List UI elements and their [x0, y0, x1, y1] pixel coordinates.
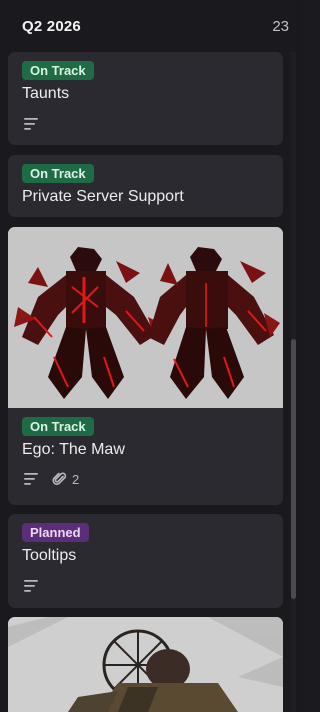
roadmap-column: Q2 2026 23 On Track Taunts On Track Priv… — [0, 0, 300, 712]
card-title: Private Server Support — [22, 188, 184, 205]
card-alter-ego[interactable] — [8, 617, 283, 712]
description-icon — [22, 472, 40, 486]
card-title: Taunts — [22, 85, 70, 102]
attachment-count: 2 — [72, 471, 80, 487]
card-title: Tooltips — [22, 547, 77, 564]
description-icon — [22, 117, 40, 131]
scrollbar-thumb[interactable] — [291, 339, 296, 599]
attachments-indicator: 2 — [52, 471, 79, 487]
status-badge: On Track — [22, 164, 94, 183]
column-header: Q2 2026 23 — [0, 0, 300, 52]
paperclip-icon — [52, 472, 67, 485]
column-count: 23 — [272, 17, 289, 35]
card-tooltips[interactable]: Planned Tooltips — [8, 514, 283, 608]
status-badge: On Track — [22, 417, 94, 436]
card-cover-image — [8, 617, 283, 712]
card-cover-image — [8, 227, 283, 408]
status-badge: On Track — [22, 61, 94, 80]
card-meta — [22, 114, 269, 134]
card-private-server-support[interactable]: On Track Private Server Support — [8, 155, 283, 217]
status-badge: Planned — [22, 523, 89, 542]
card-taunts[interactable]: On Track Taunts — [8, 52, 283, 145]
card-title: Ego: The Maw — [22, 441, 125, 458]
column-title: Q2 2026 — [22, 17, 81, 35]
card-ego-the-maw[interactable]: On Track Ego: The Maw 2 — [8, 227, 283, 505]
card-meta — [22, 576, 269, 596]
red-armored-character-render — [8, 227, 283, 408]
description-icon — [22, 579, 40, 593]
card-meta: 2 — [22, 469, 269, 489]
alter-ego-character-render — [8, 617, 283, 712]
